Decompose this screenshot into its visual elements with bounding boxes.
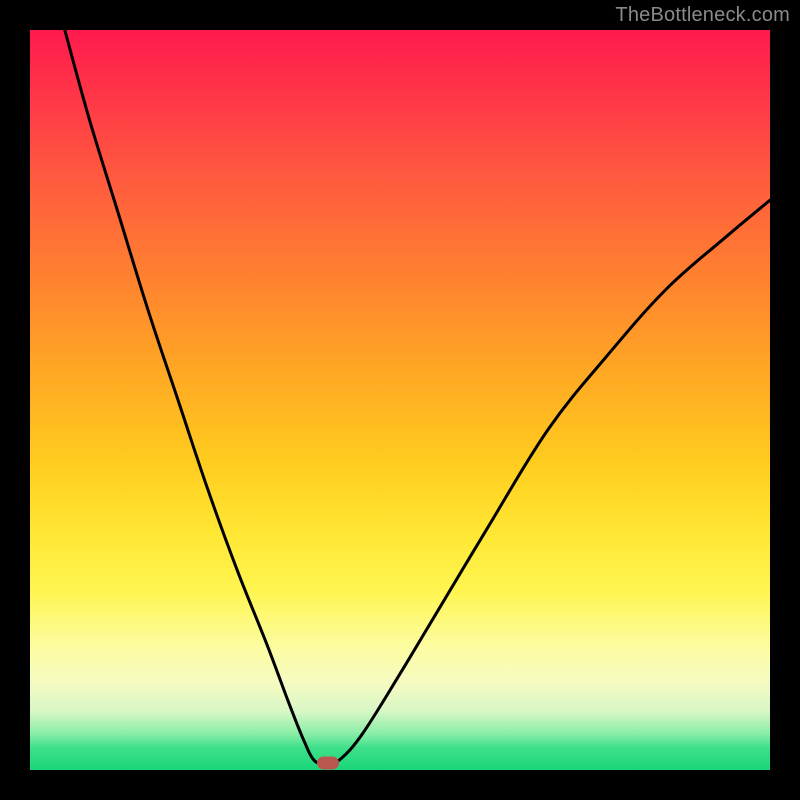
chart-frame: TheBottleneck.com	[0, 0, 800, 800]
curve-right-branch	[328, 200, 770, 763]
plot-area	[30, 30, 770, 770]
curve-svg	[30, 30, 770, 770]
minimum-marker	[317, 757, 339, 770]
curve-left-branch	[65, 30, 328, 764]
watermark-text: TheBottleneck.com	[615, 4, 790, 27]
